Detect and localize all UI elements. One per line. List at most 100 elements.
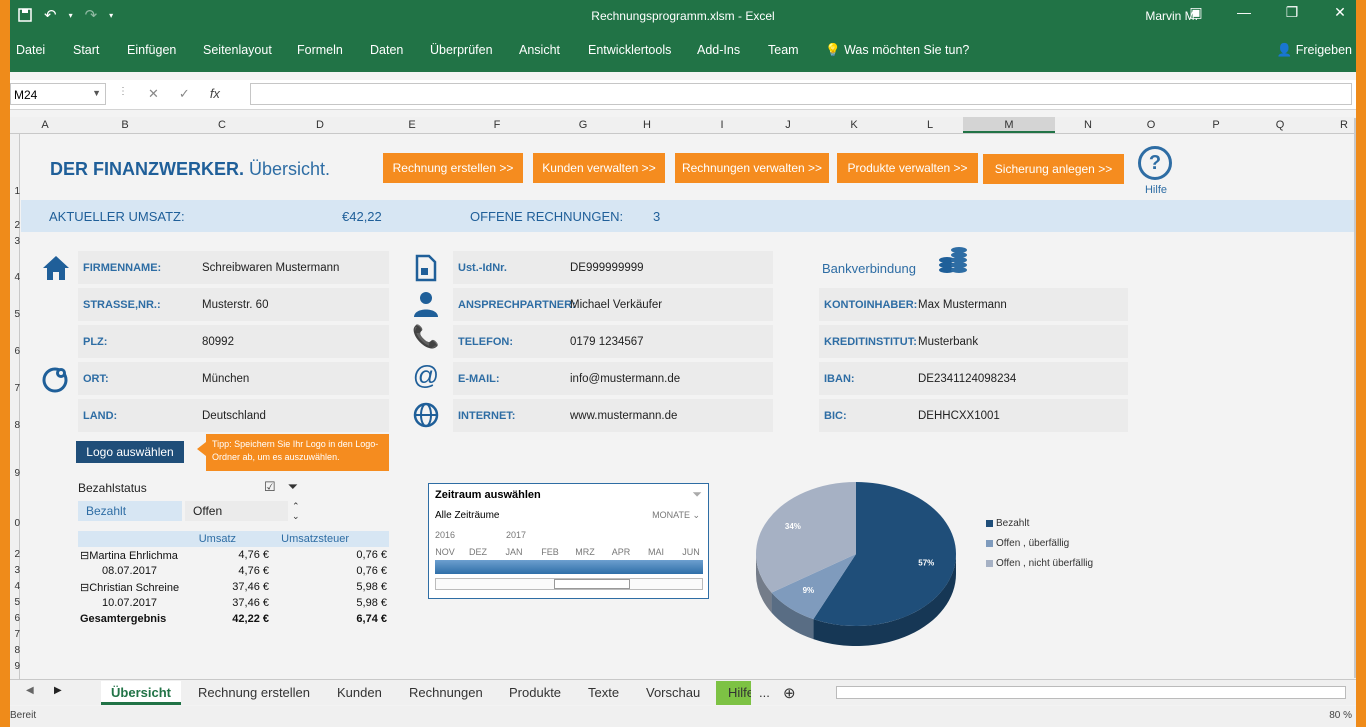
timeline-scrollbar[interactable] bbox=[435, 578, 703, 590]
table-row[interactable]: 08.07.2017 4,76 € 0,76 € bbox=[78, 563, 389, 579]
scroll-down-icon[interactable]: ⌄ bbox=[292, 511, 300, 521]
timeline-level-dropdown[interactable]: MONATE ⌄ bbox=[652, 510, 700, 521]
value-plz[interactable]: 80992 bbox=[202, 336, 234, 348]
row-header[interactable]: 4 bbox=[10, 581, 20, 592]
timeline-month[interactable]: JAN bbox=[499, 547, 529, 557]
tab-einfuegen[interactable]: Einfügen bbox=[127, 43, 176, 57]
minimize-icon[interactable]: — bbox=[1232, 4, 1256, 21]
name-box-dropdown-icon[interactable]: ▼ bbox=[92, 88, 101, 98]
tab-ueberpruefen[interactable]: Überprüfen bbox=[430, 43, 493, 57]
timeline-scroll-thumb[interactable] bbox=[554, 579, 630, 589]
enter-icon[interactable]: ✓ bbox=[179, 86, 190, 102]
value-ansprechpartner[interactable]: Michael Verkäufer bbox=[570, 299, 662, 311]
row-header[interactable]: 7 bbox=[10, 383, 20, 394]
table-row[interactable]: 10.07.2017 37,46 € 5,98 € bbox=[78, 595, 389, 611]
row-header[interactable]: 6 bbox=[10, 613, 20, 624]
value-firmenname[interactable]: Schreibwaren Mustermann bbox=[202, 262, 339, 274]
value-kreditinstitut[interactable]: Musterbank bbox=[918, 336, 978, 348]
row-header[interactable]: 5 bbox=[10, 597, 20, 608]
slicer-item-bezahlt[interactable]: Bezahlt bbox=[78, 501, 182, 521]
col-header[interactable]: D bbox=[310, 119, 330, 131]
sheet-tab-produkte[interactable]: Produkte bbox=[509, 681, 561, 705]
col-header[interactable]: N bbox=[1078, 119, 1098, 131]
slicer-scroll[interactable]: ⌃ ⌄ bbox=[292, 501, 300, 521]
row-header[interactable]: 8 bbox=[10, 420, 20, 431]
col-header[interactable]: O bbox=[1141, 119, 1161, 131]
formula-input[interactable] bbox=[250, 83, 1352, 105]
tab-daten[interactable]: Daten bbox=[370, 43, 403, 57]
table-row-total[interactable]: Gesamtergebnis 42,22 € 6,74 € bbox=[78, 611, 389, 627]
timeline-month[interactable]: APR bbox=[606, 547, 636, 557]
value-internet[interactable]: www.mustermann.de bbox=[570, 410, 677, 422]
tab-entwicklertools[interactable]: Entwicklertools bbox=[588, 43, 671, 57]
tab-ansicht[interactable]: Ansicht bbox=[519, 43, 560, 57]
value-email[interactable]: info@mustermann.de bbox=[570, 373, 680, 385]
tab-start[interactable]: Start bbox=[73, 43, 99, 57]
col-header[interactable]: G bbox=[573, 119, 593, 131]
col-header[interactable]: R bbox=[1334, 119, 1354, 131]
horizontal-scrollbar[interactable] bbox=[836, 686, 1346, 699]
row-header[interactable]: 9 bbox=[10, 661, 20, 672]
col-header[interactable]: B bbox=[115, 119, 135, 131]
scroll-up-icon[interactable]: ⌃ bbox=[292, 501, 300, 511]
value-land[interactable]: Deutschland bbox=[202, 410, 266, 422]
name-box[interactable]: M24 ▼ bbox=[10, 83, 106, 105]
prev-sheet-icon[interactable]: ◀ bbox=[26, 685, 34, 696]
tab-formeln[interactable]: Formeln bbox=[297, 43, 343, 57]
restore-icon[interactable]: ❐ bbox=[1280, 4, 1304, 21]
col-header[interactable]: J bbox=[778, 119, 798, 131]
row-header[interactable]: 8 bbox=[10, 645, 20, 656]
clear-filter-icon[interactable]: ⏷ bbox=[288, 479, 298, 495]
produkte-verwalten-button[interactable]: Produkte verwalten >> bbox=[837, 153, 978, 183]
col-header[interactable]: K bbox=[844, 119, 864, 131]
row-header[interactable]: 4 bbox=[10, 272, 20, 283]
sheet-tab-vorschau[interactable]: Vorschau bbox=[646, 681, 700, 705]
tab-add-ins[interactable]: Add-Ins bbox=[697, 43, 740, 57]
timeline-band[interactable] bbox=[435, 560, 703, 574]
table-row[interactable]: ⊟Martina Ehrlichma 4,76 € 0,76 € bbox=[78, 547, 389, 563]
rechnungen-verwalten-button[interactable]: Rechnungen verwalten >> bbox=[675, 153, 829, 183]
zoom-level[interactable]: 80 % bbox=[1329, 710, 1352, 721]
ribbon-display-icon[interactable]: ▣ bbox=[1184, 4, 1208, 21]
timeline-month[interactable]: JUN bbox=[676, 547, 706, 557]
cancel-icon[interactable]: ✕ bbox=[148, 86, 159, 102]
row-header[interactable]: 3 bbox=[10, 236, 20, 247]
row-header[interactable]: 5 bbox=[10, 309, 20, 320]
col-header[interactable]: F bbox=[487, 119, 507, 131]
next-sheet-icon[interactable]: ▶ bbox=[54, 685, 62, 696]
col-header[interactable]: I bbox=[712, 119, 732, 131]
tab-team[interactable]: Team bbox=[768, 43, 799, 57]
tab-seitenlayout[interactable]: Seitenlayout bbox=[203, 43, 272, 57]
timeline-month[interactable]: DEZ bbox=[463, 547, 493, 557]
sheet-tab-kunden[interactable]: Kunden bbox=[337, 681, 382, 705]
col-header[interactable]: A bbox=[35, 119, 55, 131]
row-header[interactable]: 7 bbox=[10, 629, 20, 640]
sicherung-anlegen-button[interactable]: Sicherung anlegen >> bbox=[983, 154, 1124, 184]
slicer-item-offen[interactable]: Offen bbox=[185, 501, 288, 521]
clear-filter-icon[interactable]: ⏷ bbox=[692, 487, 702, 502]
table-row[interactable]: ⊟Christian Schreine 37,46 € 5,98 € bbox=[78, 579, 389, 595]
sheet-tab-rechnungen[interactable]: Rechnungen bbox=[409, 681, 483, 705]
sheet-tab-hilfe[interactable]: Hilfe bbox=[716, 681, 751, 705]
col-header[interactable]: H bbox=[637, 119, 657, 131]
col-header[interactable]: P bbox=[1206, 119, 1226, 131]
rechnung-erstellen-button[interactable]: Rechnung erstellen >> bbox=[383, 153, 523, 183]
value-telefon[interactable]: 0179 1234567 bbox=[570, 336, 644, 348]
share-button[interactable]: 👤 Freigeben bbox=[1277, 43, 1352, 58]
value-bic[interactable]: DEHHCXX1001 bbox=[918, 410, 1000, 422]
value-ust-idnr[interactable]: DE999999999 bbox=[570, 262, 644, 274]
value-kontoinhaber[interactable]: Max Mustermann bbox=[918, 299, 1007, 311]
sheet-tab-rechnung-erstellen[interactable]: Rechnung erstellen bbox=[198, 681, 310, 705]
row-header[interactable]: 3 bbox=[10, 565, 20, 576]
insert-function-icon[interactable]: fx bbox=[210, 86, 220, 102]
value-iban[interactable]: DE2341124098234 bbox=[918, 373, 1016, 385]
tab-datei[interactable]: Datei bbox=[16, 43, 45, 57]
row-header[interactable]: 0 bbox=[10, 518, 20, 529]
col-header[interactable]: L bbox=[920, 119, 940, 131]
col-header[interactable]: C bbox=[212, 119, 232, 131]
logo-auswaehlen-button[interactable]: Logo auswählen bbox=[76, 441, 184, 463]
vertical-scrollbar[interactable] bbox=[1354, 118, 1356, 678]
help-button[interactable]: ? Hilfe bbox=[1138, 146, 1174, 196]
tell-me-box[interactable]: 💡 Was möchten Sie tun? bbox=[825, 43, 969, 58]
timeline-slicer[interactable]: Zeitraum auswählen ⏷ Alle Zeiträume MONA… bbox=[428, 483, 709, 599]
